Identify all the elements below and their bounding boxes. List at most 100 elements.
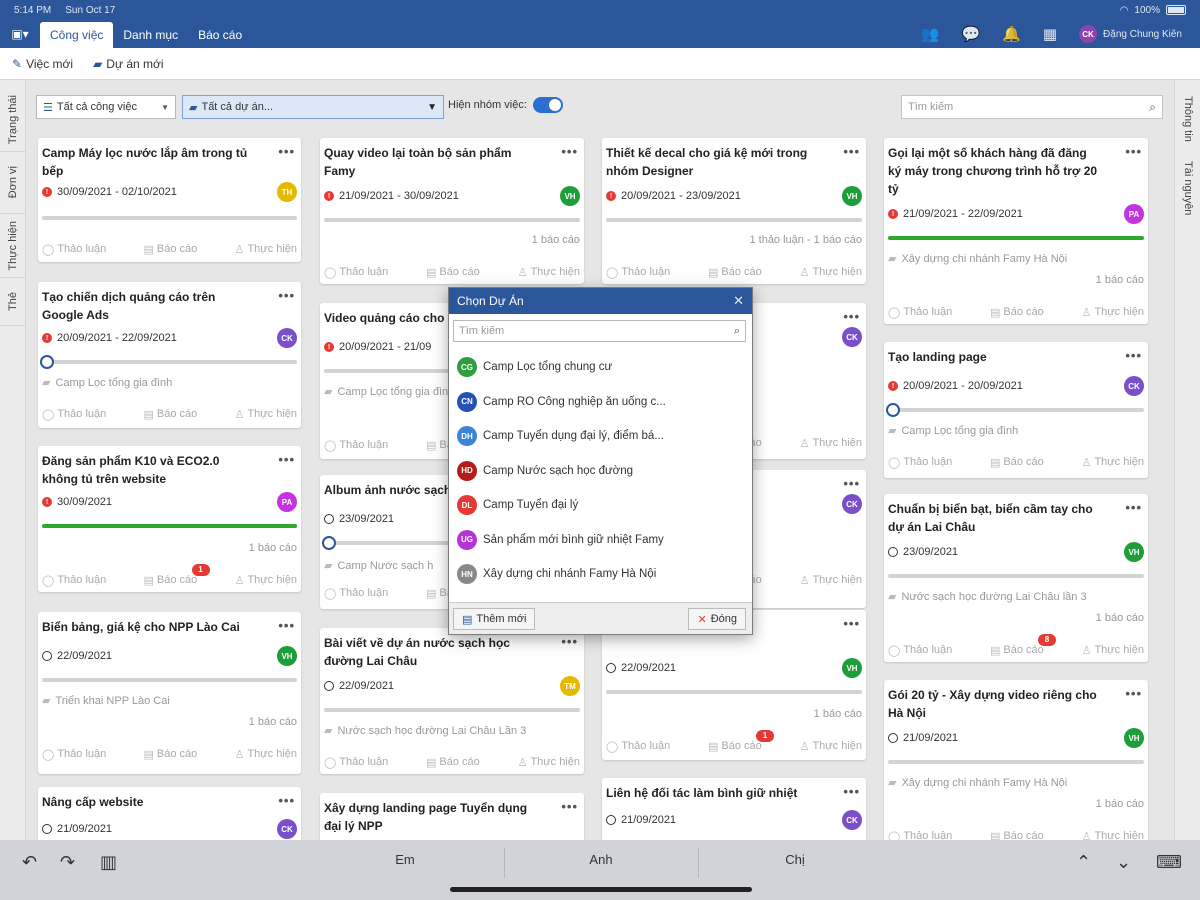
redo-icon[interactable]: ↷ (60, 852, 75, 873)
project-list-item[interactable]: HD Camp Nước sạch học đường (449, 454, 752, 489)
task-card[interactable]: Liên hệ đối tác làm bình giữ nhiệt ••• 21/… (602, 778, 866, 848)
task-card[interactable]: Đăng sản phẩm K10 và ECO2.0 không tủ trê… (38, 446, 301, 592)
close-dialog-button[interactable]: ✕ Đóng (688, 608, 746, 630)
assignee-avatar[interactable]: CK (842, 327, 862, 347)
more-options-icon[interactable]: ••• (278, 144, 295, 159)
execute-button[interactable]: ♙Thực hiện (800, 740, 862, 753)
task-card[interactable]: Tạo landing page •••! 20/09/2021 - 20/09/2… (884, 342, 1148, 478)
apps-grid-icon[interactable]: ▦ (1043, 25, 1057, 43)
new-project-button[interactable]: ▰ Dự án mới (93, 57, 163, 71)
group-toggle-switch[interactable] (532, 97, 563, 113)
execute-button[interactable]: ♙Thực hiện (235, 748, 297, 761)
more-options-icon[interactable]: ••• (1125, 500, 1142, 515)
progress-bar[interactable] (886, 403, 1144, 417)
progress-bar[interactable] (42, 678, 297, 682)
task-card[interactable]: Biển bảng, giá kệ cho NPP Lào Cai ••• 22/0… (38, 612, 301, 774)
progress-bar[interactable] (888, 760, 1144, 764)
execute-button[interactable]: ♙Thực hiện (235, 574, 297, 587)
more-options-icon[interactable]: ••• (843, 144, 860, 159)
project-list-item[interactable]: CN Camp RO Công nghiệp ăn uống c... (449, 385, 752, 420)
side-tab-trang-thai[interactable]: Trạng thái (0, 88, 26, 152)
filter-funnel-icon[interactable]: ▼ (427, 102, 437, 113)
assignee-avatar[interactable]: PA (1124, 204, 1144, 224)
discuss-button[interactable]: ◯Thảo luận (42, 408, 106, 421)
execute-button[interactable]: ♙Thực hiện (1082, 306, 1144, 319)
assignee-avatar[interactable]: CK (1124, 376, 1144, 396)
suggestion-em[interactable]: Em (310, 852, 500, 867)
chat-icon[interactable]: 💬 (961, 25, 980, 43)
assignee-avatar[interactable]: VH (842, 186, 862, 206)
progress-bar[interactable] (888, 574, 1144, 578)
suggestion-anh[interactable]: Anh (506, 852, 696, 867)
progress-bar[interactable] (888, 236, 1144, 240)
search-icon[interactable]: ⌕ (734, 325, 740, 338)
report-button[interactable]: ▤Báo cáo (990, 306, 1044, 319)
discuss-button[interactable]: ◯Thảo luận (888, 644, 952, 657)
assignee-avatar[interactable]: PA (277, 492, 297, 512)
tab-bao-cao[interactable]: Báo cáo (188, 22, 252, 48)
project-list-item[interactable]: CG Camp Lọc tổng chung cư (449, 350, 752, 385)
undo-icon[interactable]: ↶ (22, 852, 37, 873)
assignee-avatar[interactable]: VH (842, 658, 862, 678)
task-card[interactable]: Chuẩn bị biển bạt, biển cầm tay cho dự á… (884, 494, 1148, 662)
chevron-down-icon[interactable]: ⌄ (1116, 852, 1131, 873)
task-card[interactable]: Tạo chiến dịch quảng cáo trên Google Ads… (38, 282, 301, 428)
tab-cong-viec[interactable]: Công việc (40, 22, 114, 48)
assignee-avatar[interactable]: TM (560, 676, 580, 696)
assignee-avatar[interactable]: CK (277, 328, 297, 348)
more-options-icon[interactable]: ••• (843, 476, 860, 491)
assignee-avatar[interactable]: VH (277, 646, 297, 666)
discuss-button[interactable]: ◯Thảo luận (42, 243, 106, 256)
execute-button[interactable]: ♙Thực hiện (235, 243, 297, 256)
bell-icon[interactable]: 🔔 (1002, 25, 1021, 43)
more-options-icon[interactable]: ••• (278, 793, 295, 808)
discuss-button[interactable]: ◯Thảo luận (324, 439, 388, 452)
more-options-icon[interactable]: ••• (278, 288, 295, 303)
execute-button[interactable]: ♙Thực hiện (518, 756, 580, 769)
side-tab-the[interactable]: Thẻ (0, 278, 26, 326)
report-button[interactable]: ▤Báo cáo (708, 266, 762, 279)
more-options-icon[interactable]: ••• (843, 309, 860, 324)
side-tab-tai-nguyen[interactable]: Tài nguyên (1175, 154, 1200, 222)
assignee-avatar[interactable]: VH (1124, 728, 1144, 748)
progress-slider-handle[interactable] (322, 536, 336, 550)
discuss-button[interactable]: ◯Thảo luận (324, 266, 388, 279)
assignee-avatar[interactable]: CK (277, 819, 297, 839)
discuss-button[interactable]: ◯Thảo luận (324, 587, 388, 600)
search-icon[interactable]: ⌕ (1149, 100, 1156, 115)
progress-bar[interactable] (40, 355, 297, 369)
execute-button[interactable]: ♙Thực hiện (1082, 644, 1144, 657)
more-options-icon[interactable]: ••• (1125, 144, 1142, 159)
user-menu[interactable]: CK Đặng Chung Kiên (1079, 25, 1196, 43)
execute-button[interactable]: ♙Thực hiện (518, 266, 580, 279)
task-card[interactable]: Quay video lại toàn bộ sản phẩm Famy •••!… (320, 138, 584, 284)
progress-bar[interactable] (606, 690, 862, 694)
assignee-avatar[interactable]: VH (560, 186, 580, 206)
report-button[interactable]: ▤ Báo cáo 1 (708, 729, 775, 753)
tab-danh-muc[interactable]: Danh mục (113, 22, 188, 48)
task-card[interactable]: Gọi lại một số khách hàng đã đăng ký máy… (884, 138, 1148, 324)
execute-button[interactable]: ♙Thực hiện (800, 437, 862, 450)
more-options-icon[interactable]: ••• (1125, 348, 1142, 363)
progress-slider-handle[interactable] (886, 403, 900, 417)
project-list-item[interactable]: DL Camp Tuyển đại lý (449, 488, 752, 523)
report-button[interactable]: ▤Báo cáo (144, 408, 198, 421)
task-filter-select[interactable]: ☰ Tất cả công việc ▼ (36, 95, 176, 119)
clipboard-icon[interactable]: ▥ (100, 852, 117, 873)
task-card[interactable]: Gói 20 tỷ - Xây dựng video riêng cho Hà … (884, 680, 1148, 848)
execute-button[interactable]: ♙Thực hiện (1082, 456, 1144, 469)
assignee-avatar[interactable]: TH (277, 182, 297, 202)
task-card[interactable]: Thiết kế decal cho giá kệ mới trong nhóm… (602, 138, 866, 284)
sidebar-toggle-icon[interactable]: ▣▾ (0, 20, 40, 48)
project-list-item[interactable]: DH Camp Tuyển dụng đại lý, điểm bá... (449, 419, 752, 454)
report-button[interactable]: ▤Báo cáo (426, 266, 480, 279)
users-icon[interactable]: 👥 (921, 25, 940, 43)
report-button[interactable]: ▤ Báo cáo 8 (990, 633, 1057, 657)
side-tab-thong-tin[interactable]: Thông tin (1175, 88, 1200, 150)
progress-bar[interactable] (42, 216, 297, 220)
task-card[interactable]: Bài viết về dự án nước sạch học đường La… (320, 628, 584, 774)
more-options-icon[interactable]: ••• (561, 799, 578, 814)
chevron-up-icon[interactable]: ⌃ (1076, 852, 1091, 873)
discuss-button[interactable]: ◯Thảo luận (42, 574, 106, 587)
add-new-button[interactable]: ▤ Thêm mới (453, 608, 536, 630)
